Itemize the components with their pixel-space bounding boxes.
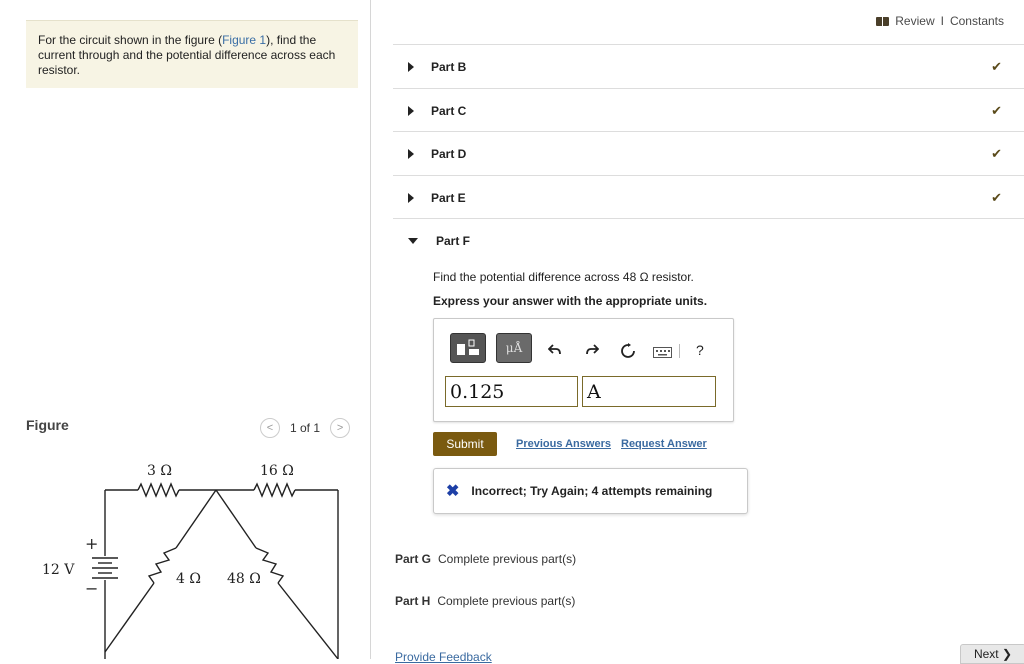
feedback-text: Incorrect; Try Again; 4 attempts remaini… [471,484,713,498]
keyboard-icon[interactable] [653,347,673,358]
resistor-3-ohm [137,482,180,498]
label-16-ohm: 16 Ω [260,463,294,479]
part-c-row[interactable]: Part C ✔ [393,88,1024,132]
templates-icon [457,339,479,355]
review-link[interactable]: Review [895,14,934,28]
part-g-row: Part G Complete previous part(s) [395,552,576,566]
prev-figure-button[interactable]: < [260,418,280,438]
value-input[interactable]: 0.125 [445,376,578,407]
check-icon: ✔ [991,190,1002,205]
figure-link[interactable]: Figure 1 [222,33,266,47]
circuit-diagram: 3 Ω 16 Ω 4 Ω 48 Ω 12 V + − [42,463,339,659]
templates-button[interactable] [450,333,486,363]
expand-triangle-icon [408,192,414,203]
figure-pager: < 1 of 1 > [260,418,351,438]
part-e-row[interactable]: Part E ✔ [393,175,1024,219]
label-48-ohm: 48 Ω [227,571,261,587]
toolbar-divider [679,344,680,358]
check-icon: ✔ [991,59,1002,74]
reset-icon[interactable] [620,343,636,359]
locked-text: Complete previous part(s) [438,552,577,566]
wire [175,489,217,549]
expand-triangle-icon [408,105,414,116]
wire [215,489,257,549]
label-battery: 12 V [42,562,75,578]
part-f-row[interactable]: Part F [393,218,1024,262]
part-d-row[interactable]: Part D ✔ [393,131,1024,175]
next-button[interactable]: Next ❯ [960,644,1024,664]
resistor-4-ohm [147,547,177,584]
book-icon [876,16,890,26]
figure-label: Figure [26,417,69,433]
problem-statement: For the circuit shown in the figure (Fig… [26,20,358,88]
collapse-triangle-icon [408,237,418,244]
part-label: Part D [431,146,467,161]
part-b-row[interactable]: Part B ✔ [393,44,1024,88]
next-figure-button[interactable]: > [330,418,351,438]
part-f-instruction: Express your answer with the appropriate… [433,294,708,308]
problem-text: For the circuit shown in the figure (Fig… [38,33,336,77]
check-icon: ✔ [991,146,1002,161]
label-4-ohm: 4 Ω [176,571,201,587]
part-label: Part F [436,233,471,248]
label-plus: + [85,534,98,553]
unit-input[interactable]: A [582,376,716,407]
wire [104,582,155,653]
left-pane: For the circuit shown in the figure (Fig… [0,0,370,659]
label-minus: − [85,579,98,598]
part-label: Part E [431,190,466,205]
incorrect-icon: ✖ [446,483,460,500]
resistor-16-ohm [253,482,296,498]
part-label: Part B [431,59,467,74]
expand-triangle-icon [408,148,414,159]
header-separator: I [940,14,944,28]
expand-triangle-icon [408,61,414,72]
locked-text: Complete previous part(s) [437,594,576,608]
wire [277,582,339,659]
part-f-question: Find the potential difference across 48 … [433,270,694,284]
pager-text: 1 of 1 [290,421,321,435]
request-answer-link[interactable]: Request Answer [621,438,707,450]
part-label: Part G [395,552,432,566]
answer-panel: μÅ ? 0.125 A [433,318,734,422]
part-label: Part C [431,103,467,118]
units-button[interactable]: μÅ [496,333,532,363]
constants-link[interactable]: Constants [950,14,1004,28]
review-constants: Review I Constants [876,14,1004,28]
part-label: Part H [395,594,431,608]
redo-icon[interactable] [585,344,599,356]
pane-divider[interactable] [370,0,371,659]
provide-feedback-link[interactable]: Provide Feedback [395,650,492,664]
help-button[interactable]: ? [696,342,704,358]
undo-icon[interactable] [548,344,562,356]
previous-answers-link[interactable]: Previous Answers [516,438,611,450]
submit-button[interactable]: Submit [433,432,497,456]
label-3-ohm: 3 Ω [147,463,172,479]
part-h-row: Part H Complete previous part(s) [395,594,575,608]
feedback-message: ✖ Incorrect; Try Again; 4 attempts remai… [433,468,748,514]
check-icon: ✔ [991,103,1002,118]
